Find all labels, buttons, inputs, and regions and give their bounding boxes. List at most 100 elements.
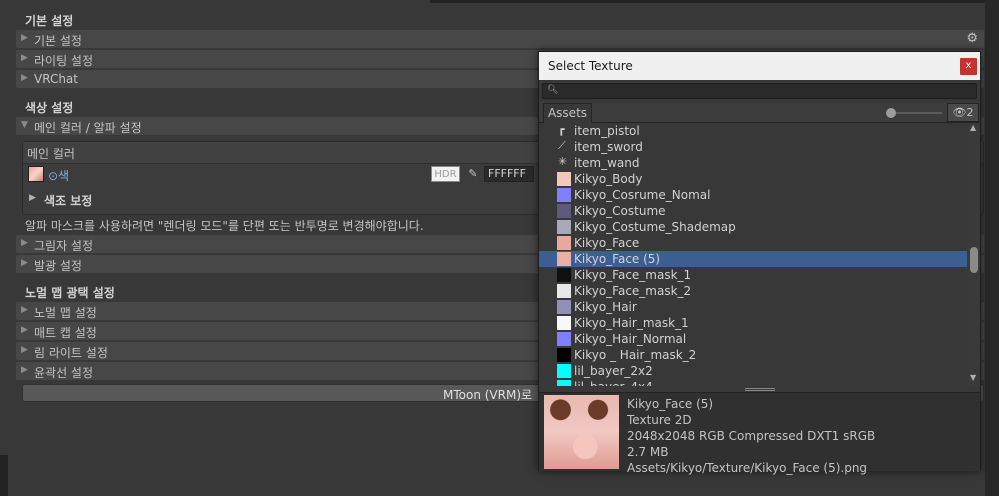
hidden-packages-toggle[interactable]: 👁︎2 [947,103,979,122]
item-name: lil_bayer_2x2 [574,364,653,378]
item-name: Kikyo_Face (5) [574,252,661,266]
section-color-title: 색상 설정 [25,101,74,115]
texture-preview-panel: Kikyo_Face (5) Texture 2D 2048x2048 RGB … [539,392,980,475]
eyedropper-icon[interactable]: ✎ [464,166,482,182]
fold-label: 기본 설정 [34,34,82,48]
expand-arrow-icon: ▶ [29,193,36,203]
scroll-down-icon[interactable]: ▼ [970,373,976,382]
item-icon: ⟋ [558,139,566,152]
item-name: item_sword [574,140,643,154]
texture-thumbnail [557,252,571,266]
texture-thumbnail [557,364,571,378]
list-item[interactable]: Kikyo_Face_mask_2 [539,283,967,299]
fold-label: 윤곽선 설정 [34,366,94,380]
list-item[interactable]: lil_bayer_2x2 [539,363,967,379]
list-item[interactable]: Kikyo_Hair [539,299,967,315]
right-edge [985,0,999,496]
list-item[interactable]: Kikyo_Costume_Shademap [539,219,967,235]
top-strip [0,0,999,6]
close-button[interactable]: x [960,58,977,75]
list-scrollbar[interactable]: ▲ ▼ [968,123,980,386]
scroll-up-icon[interactable]: ▲ [970,123,976,132]
item-name: Kikyo_Body [574,172,643,186]
texture-name: Kikyo_Face (5) [627,397,714,411]
left-edge [0,455,8,496]
list-item[interactable]: Kikyo_Cosrume_Nomal [539,187,967,203]
eye-slash-icon: 👁︎ [952,106,967,119]
gear-icon[interactable]: ⚙ [966,31,978,46]
list-item[interactable]: Kikyo_Face (5) [539,251,967,267]
texture-type: Texture 2D [627,413,692,427]
collapse-arrow-icon: ▼ [21,120,28,130]
hdr-color-field[interactable]: HDR [431,166,460,182]
texture-thumbnail [557,236,571,250]
scrollbar-thumb[interactable] [970,247,978,273]
list-item[interactable]: lil_bayer_4x4 [539,379,967,386]
item-icon: ┏ [558,123,565,136]
texture-thumbnail [557,172,571,186]
item-name: Kikyo_Costume_Shademap [574,220,736,234]
search-input[interactable]: 🔍︎ [542,83,977,99]
list-item[interactable]: Kikyo_Face_mask_1 [539,267,967,283]
expand-arrow-icon: ▶ [21,345,28,355]
list-item[interactable]: Kikyo_Body [539,171,967,187]
asset-list: ┏ item_pistol ⟋ item_sword ✳ item_wand Kikyo_B… [539,123,967,386]
list-item[interactable]: ┏ item_pistol [539,123,967,139]
list-item[interactable]: Kikyo_Costume [539,203,967,219]
item-name: Kikyo_Face_mask_1 [574,268,692,282]
item-name: Kikyo_Hair [574,300,637,314]
hex-color-field[interactable]: FFFFFF [484,166,534,182]
texture-size: 2.7 MB [627,445,669,459]
list-item[interactable]: Kikyo_Hair_mask_1 [539,315,967,331]
button-label: MToon (VRM)로 [443,388,533,402]
search-icon: 🔍︎ [547,85,559,95]
window-title-bar[interactable]: Select Texture x [539,52,980,80]
list-item[interactable]: Kikyo _ Hair_mask_2 [539,347,967,363]
expand-arrow-icon: ▶ [21,258,28,268]
texture-thumbnail [557,348,571,362]
expand-arrow-icon: ▶ [21,305,28,315]
tab-assets[interactable]: Assets [543,103,592,123]
picker-toolbar: Assets 👁︎2 [539,102,980,123]
item-name: lil_bayer_4x4 [574,380,653,386]
expand-arrow-icon: ▶ [21,365,28,375]
texture-thumbnail [557,220,571,234]
texture-thumbnail [557,268,571,282]
item-name: Kikyo_Hair_Normal [574,332,687,346]
fold-label: 라이팅 설정 [34,54,94,68]
item-name: Kikyo _ Hair_mask_2 [574,348,697,362]
list-item[interactable]: Kikyo_Hair_Normal [539,331,967,347]
expand-arrow-icon: ▶ [21,73,28,83]
item-name: Kikyo_Face_mask_2 [574,284,692,298]
expand-arrow-icon: ▶ [21,33,28,43]
item-name: item_pistol [574,124,640,138]
texture-preview-image [544,395,619,469]
window-title: Select Texture [548,59,633,73]
fold-label: 매트 캡 설정 [34,326,97,340]
texture-thumbnail [557,316,571,330]
item-name: Kikyo_Hair_mask_1 [574,316,689,330]
list-item[interactable]: ✳ item_wand [539,155,967,171]
preview-splitter[interactable] [745,388,775,391]
expand-arrow-icon: ▶ [21,53,28,63]
expand-arrow-icon: ▶ [21,238,28,248]
item-name: item_wand [574,156,640,170]
list-item[interactable]: ⟋ item_sword [539,139,967,155]
texture-thumbnail [557,188,571,202]
select-texture-window: Select Texture x 🔍︎ Assets 👁︎2 ┏ item_pis… [538,51,981,475]
fold-label: 색조 보정 [44,194,93,208]
texture-thumbnail [557,204,571,218]
list-item[interactable]: Kikyo_Face [539,235,967,251]
fold-basic[interactable]: ▶ 기본 설정 ⚙ [16,30,984,48]
fold-label: 림 라이트 설정 [34,346,108,360]
item-name: Kikyo_Costume [574,204,666,218]
texture-thumbnail [557,300,571,314]
thumbnail-size-slider[interactable] [890,112,942,114]
texture-info: Kikyo_Face (5) Texture 2D 2048x2048 RGB … [627,396,875,476]
color-property-link[interactable]: ⊙색 [48,167,69,184]
item-name: Kikyo_Face [574,236,640,250]
fold-label: 노멀 맵 설정 [34,306,97,320]
slider-knob[interactable] [886,108,896,118]
fold-label: 그림자 설정 [34,239,94,253]
texture-slot-thumbnail[interactable] [28,166,44,182]
